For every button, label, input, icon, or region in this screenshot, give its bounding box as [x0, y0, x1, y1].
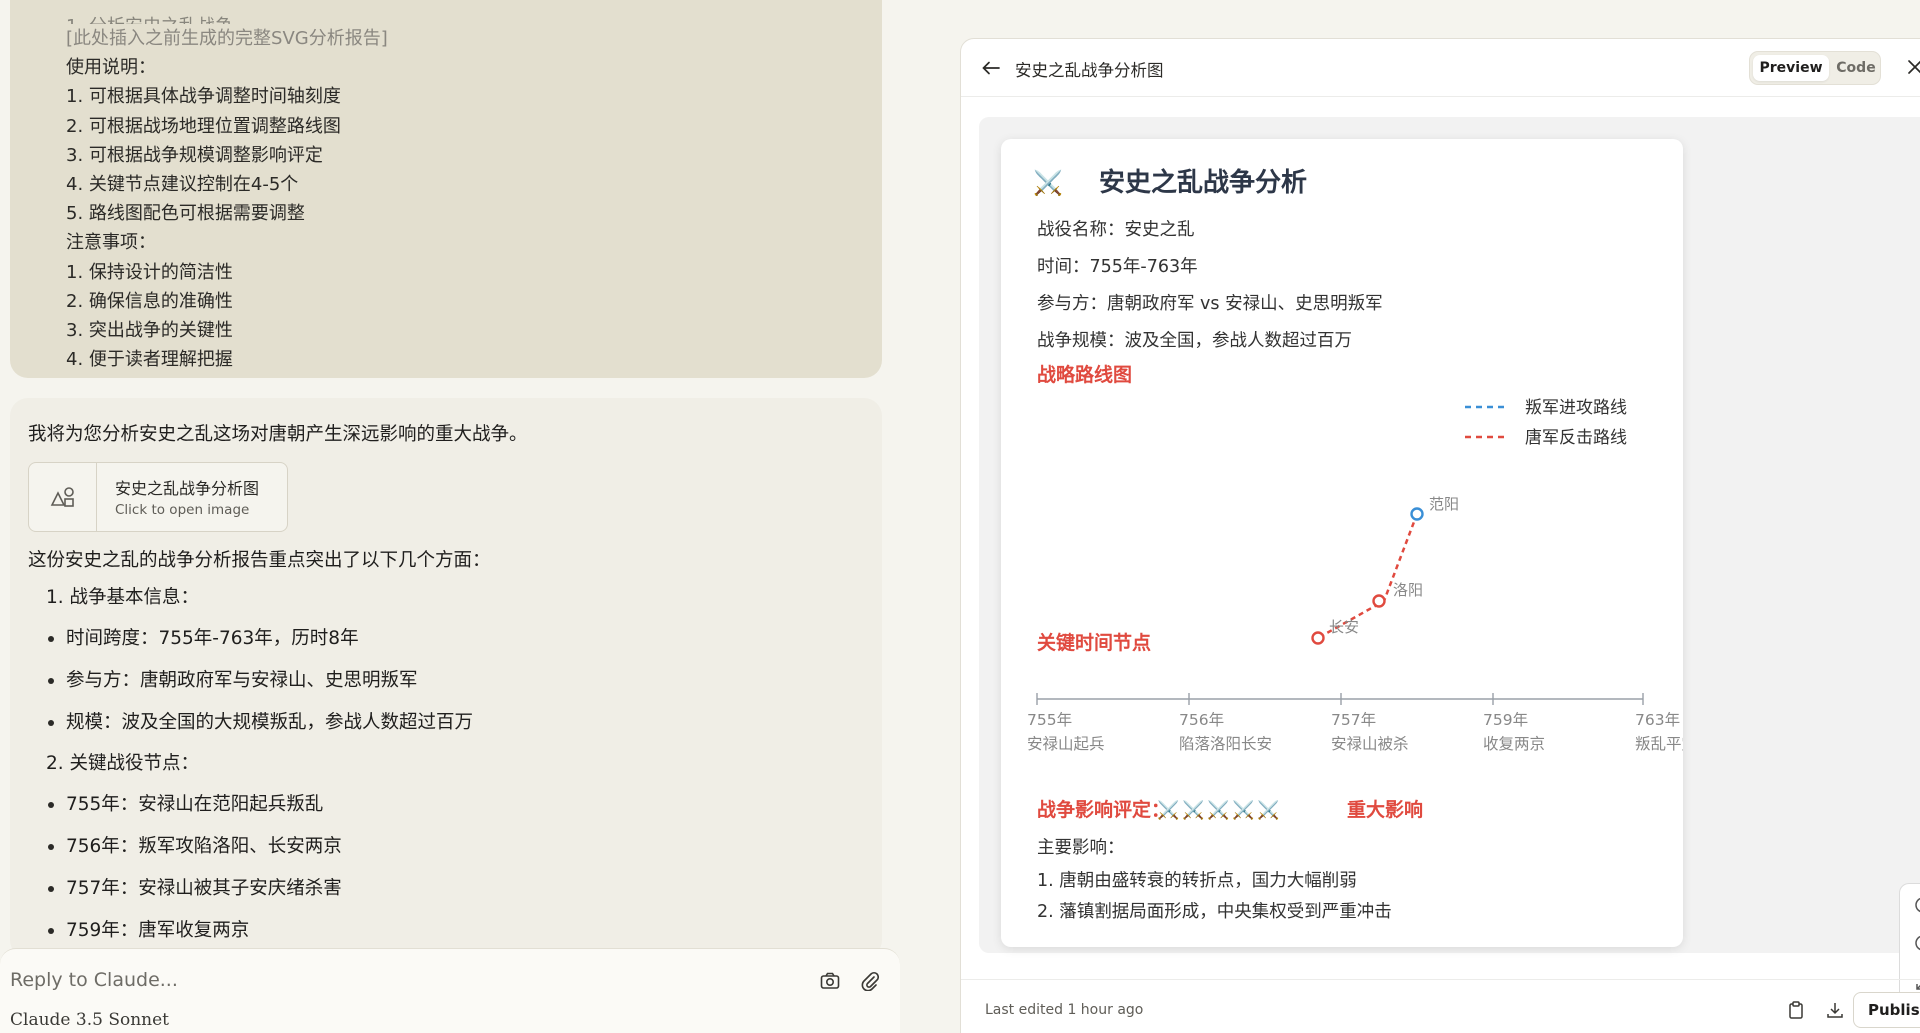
- info-line: 战争规模：波及全国，参战人数超过百万: [1037, 331, 1352, 351]
- artifact-panel: 安史之乱战争分析图 Preview Code ⚔️ 安史之乱战争分析 战役名称：…: [960, 38, 1920, 1033]
- usage-item: 4. 关键节点建议控制在4-5个: [66, 174, 299, 196]
- notes-item: 2. 确保信息的准确性: [66, 290, 233, 312]
- tab-code[interactable]: Code: [1832, 55, 1880, 81]
- timeline-event: 安禄山起兵: [1027, 735, 1105, 753]
- info-line: 战役名称：安史之乱: [1037, 220, 1195, 240]
- assistant-intro: 我将为您分析安史之乱这场对唐朝产生深远影响的重大战争。: [28, 424, 528, 445]
- report-card: ⚔️ 安史之乱战争分析 战役名称：安史之乱 时间：755年-763年 参与方：唐…: [1001, 139, 1683, 947]
- reply-input[interactable]: Reply to Claude...: [10, 969, 178, 991]
- artifact-footer: Last edited 1 hour ago Publish: [961, 979, 1920, 1033]
- zoom-out-icon[interactable]: [1914, 934, 1920, 954]
- rating-sword-icon: ⚔️: [1182, 799, 1204, 821]
- timeline-year: 757年: [1331, 711, 1376, 729]
- timeline-year: 755年: [1027, 711, 1072, 729]
- last-edited-text: Last edited 1 hour ago: [985, 1002, 1144, 1018]
- usage-title: 使用说明：: [66, 57, 156, 79]
- tab-preview[interactable]: Preview: [1753, 55, 1829, 81]
- zoom-in-icon[interactable]: [1914, 896, 1920, 916]
- place-marker-fanyang: [1410, 507, 1424, 521]
- assistant-message: 我将为您分析安史之乱这场对唐朝产生深远影响的重大战争。 安史之乱战争分析图 Cl…: [10, 398, 882, 958]
- close-icon[interactable]: [1903, 55, 1920, 79]
- chat-area: 1. 分析安史之乱战争 [此处插入之前生成的完整SVG分析报告] 使用说明： 1…: [0, 0, 900, 1033]
- notes-title: 注意事项：: [66, 232, 156, 254]
- image-shapes-icon: [29, 463, 97, 531]
- list-item: 时间跨度：755年-763年，历时8年: [28, 618, 864, 660]
- artifact-card-subtitle: Click to open image: [115, 502, 250, 518]
- legend-label-attack: 叛军进攻路线: [1525, 398, 1627, 418]
- rating-sword-icon: ⚔️: [1207, 799, 1229, 821]
- rating-sword-icon: ⚔️: [1257, 799, 1279, 821]
- user-message-placeholder-line: [此处插入之前生成的完整SVG分析报告]: [66, 28, 388, 49]
- usage-item: 1. 可根据具体战争调整时间轴刻度: [66, 86, 341, 108]
- impact-item: 1. 唐朝由盛转衰的转折点，国力大幅削弱: [1037, 870, 1357, 891]
- notes-item: 4. 便于读者理解把握: [66, 349, 233, 371]
- usage-item: 5. 路线图配色可根据需要调整: [66, 203, 305, 225]
- view-toggle: Preview Code: [1749, 51, 1881, 85]
- preview-canvas: ⚔️ 安史之乱战争分析 战役名称：安史之乱 时间：755年-763年 参与方：唐…: [979, 117, 1920, 953]
- timeline-title: 关键时间节点: [1037, 631, 1151, 654]
- list-item: 759年：唐军收复两京: [28, 910, 864, 952]
- place-marker-luoyang: [1372, 594, 1386, 608]
- list-item: 参与方：唐朝政府军与安禄山、史思明叛军: [28, 660, 864, 702]
- main-impact-title: 主要影响：: [1037, 838, 1125, 858]
- notes-item: 3. 突出战争的关键性: [66, 320, 233, 342]
- section-heading: 2. 关键战役节点：: [46, 753, 200, 774]
- camera-icon[interactable]: [817, 969, 843, 993]
- timeline-event: 安禄山被杀: [1331, 735, 1409, 753]
- list-item: 756年：叛军攻陷洛阳、长安两京: [28, 826, 864, 868]
- list-item: 规模：波及全国的大规模叛乱，参战人数超过百万: [28, 702, 864, 744]
- place-label-fanyang: 范阳: [1429, 495, 1459, 513]
- list-item: 757年：安禄山被其子安庆绪杀害: [28, 868, 864, 910]
- timeline-event: 收复两京: [1483, 735, 1545, 753]
- impact-item: 2. 藩镇割据局面形成，中央集权受到严重冲击: [1037, 902, 1392, 922]
- assistant-summary: 这份安史之乱的战争分析报告重点突出了以下几个方面：: [28, 550, 491, 571]
- user-message-cut-line: 1. 分析安史之乱战争: [66, 12, 826, 24]
- artifact-header: 安史之乱战争分析图 Preview Code: [961, 39, 1920, 97]
- copy-icon[interactable]: [1787, 1000, 1809, 1022]
- model-selector[interactable]: Claude 3.5 Sonnet: [10, 1010, 169, 1030]
- timeline-year: 763年: [1635, 711, 1680, 729]
- timeline-event: 陷落洛阳长安: [1179, 735, 1272, 753]
- paperclip-icon[interactable]: [857, 969, 883, 993]
- rating-sword-icon: ⚔️: [1157, 799, 1179, 821]
- list-item: 755年：安禄山在范阳起兵叛乱: [28, 784, 864, 826]
- publish-button[interactable]: Publish: [1853, 992, 1920, 1028]
- artifact-title: 安史之乱战争分析图: [1015, 61, 1164, 80]
- timeline-year: 756年: [1179, 711, 1224, 729]
- user-message: 1. 分析安史之乱战争 [此处插入之前生成的完整SVG分析报告] 使用说明： 1…: [10, 0, 882, 378]
- place-marker-changan: [1311, 631, 1325, 645]
- notes-item: 1. 保持设计的简洁性: [66, 261, 233, 283]
- timeline-year: 759年: [1483, 711, 1528, 729]
- usage-item: 2. 可根据战场地理位置调整路线图: [66, 115, 341, 137]
- download-icon[interactable]: [1825, 1000, 1847, 1022]
- back-arrow-icon[interactable]: [979, 56, 1003, 80]
- rating-sword-icon: ⚔️: [1232, 799, 1254, 821]
- crossed-swords-icon: ⚔️: [1033, 169, 1063, 197]
- impact-level: 重大影响: [1347, 798, 1423, 821]
- section-heading: 1. 战争基本信息：: [46, 587, 200, 608]
- info-line: 参与方：唐朝政府军 vs 安禄山、史思明叛军: [1037, 293, 1383, 314]
- report-title: 安史之乱战争分析: [1099, 167, 1307, 198]
- info-line: 时间：755年-763年: [1037, 257, 1198, 277]
- place-label-changan: 长安: [1329, 618, 1359, 636]
- timeline-event: 叛乱平定: [1635, 735, 1683, 753]
- place-label-luoyang: 洛阳: [1393, 581, 1423, 599]
- report-svg: ⚔️ 安史之乱战争分析 战役名称：安史之乱 时间：755年-763年 参与方：唐…: [1027, 167, 1683, 922]
- usage-item: 3. 可根据战争规模调整影响评定: [66, 144, 323, 166]
- artifact-card-title: 安史之乱战争分析图: [115, 479, 260, 498]
- legend-label-counter: 唐军反击路线: [1525, 427, 1627, 448]
- impact-label: 战争影响评定：: [1037, 798, 1170, 821]
- route-map-title: 战略路线图: [1037, 363, 1132, 386]
- impact-rating: ⚔️ ⚔️ ⚔️ ⚔️ ⚔️: [1157, 799, 1279, 821]
- artifact-card[interactable]: 安史之乱战争分析图 Click to open image: [28, 462, 288, 532]
